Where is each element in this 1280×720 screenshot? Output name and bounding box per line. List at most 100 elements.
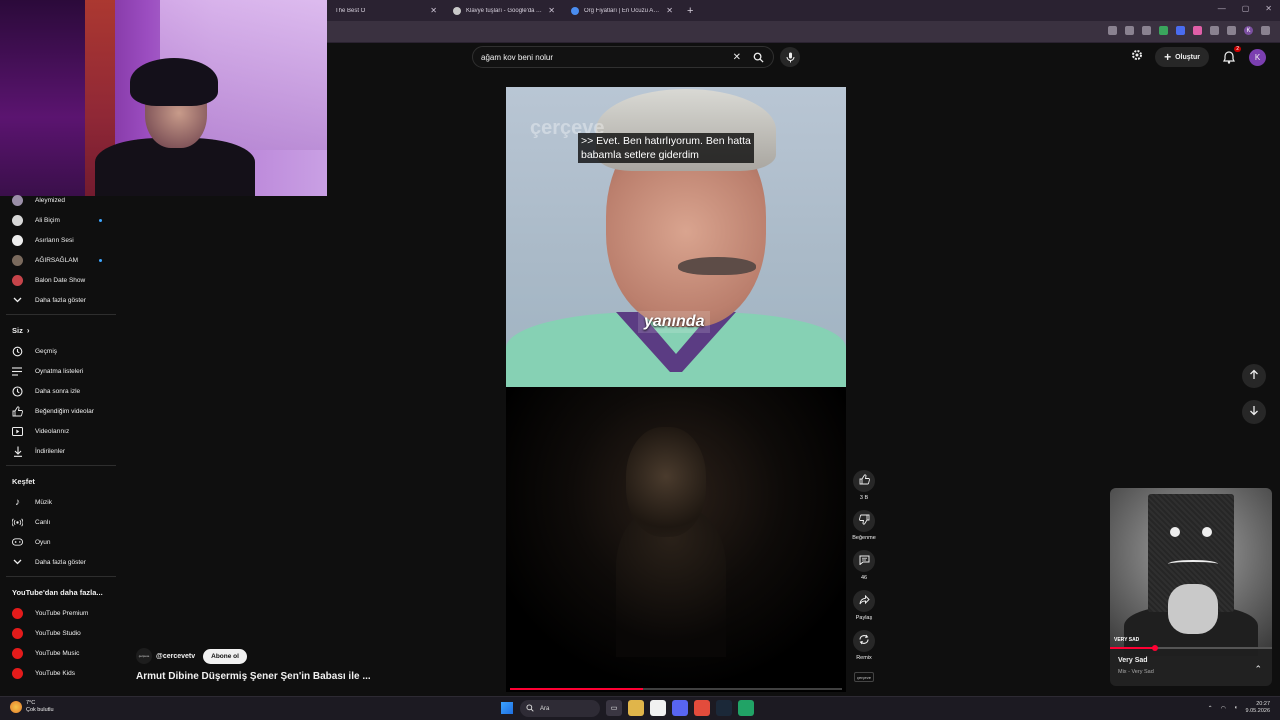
clock[interactable]: 20:27 9.05.2026 [1246,701,1270,715]
sidebar-item-youtube-premium[interactable]: YouTube Premium [0,603,122,623]
taskbar-search[interactable]: Ara [520,700,600,717]
sidebar-sub-ali-bicim[interactable]: Ali Biçim [0,210,122,230]
sidebar-item-gaming[interactable]: Oyun [0,532,122,552]
sidebar-item-label: YouTube Premium [35,609,89,617]
browser-tab-3[interactable]: Org Fiyatları | En Ucuzu Akakçe ✕ [563,0,681,21]
browser-tab-2[interactable]: Klavye tuşları - Google'da Ara ✕ [445,0,563,21]
video-progress-bar[interactable] [510,688,842,690]
channel-handle[interactable]: @cercevetv [156,653,195,660]
steam-icon[interactable] [716,700,732,716]
eye-off-icon[interactable] [1125,26,1134,35]
search-input[interactable] [481,52,733,62]
sidebar-item-downloads[interactable]: İndirilenler [0,441,122,461]
share-action[interactable]: Paylaş [851,590,877,621]
star-icon[interactable] [1142,26,1151,35]
clear-search-icon[interactable]: ✕ [733,52,741,63]
browser-tab-1[interactable]: The Best O ✕ [327,0,445,21]
voice-search-mic-icon[interactable] [780,47,800,67]
create-label: Oluştur [1175,53,1200,61]
comments-action[interactable]: 46 [851,550,877,581]
sidebar-sub-agirsaglam[interactable]: AĞIRSAĞLAM [0,250,122,270]
dislike-action[interactable]: Beğenme [851,510,877,541]
sidebar-item-history[interactable]: Geçmiş [0,341,122,361]
mini-player-progress[interactable] [1110,645,1272,651]
audio-track-thumbnail[interactable]: çerçeve [854,672,874,682]
subscribe-button[interactable]: Abone ol [203,648,247,664]
shorts-player[interactable]: çerçeve >> Evet. Ben hatırlıyorum. Ben h… [506,87,846,692]
tab-close-icon[interactable]: ✕ [548,6,555,15]
gear-plus-icon[interactable] [1131,48,1143,66]
sidebar-item-youtube-music[interactable]: YouTube Music [0,643,122,663]
sidebar-item-liked-videos[interactable]: Beğendiğim videolar [0,401,122,421]
mini-player[interactable]: VERY SAD Very Sad Mix - Very Sad ⌃ [1110,488,1272,686]
audio-track-action[interactable]: çerçeve [851,670,877,682]
task-view-icon[interactable]: ▭ [606,700,622,716]
tab-close-icon[interactable]: ✕ [430,6,437,15]
sidebar-item-youtube-studio[interactable]: YouTube Studio [0,623,122,643]
sidebar-icon[interactable] [1227,26,1236,35]
remix-action[interactable]: Remix [851,630,877,661]
extension-blue-icon[interactable] [1176,26,1185,35]
minimize-icon[interactable]: — [1218,4,1226,13]
burned-in-subtitle: yanında [638,311,711,333]
wifi-icon[interactable]: ◠ [1221,705,1226,712]
sidebar: Aleymized Ali Biçim Asırların Sesi AĞIRS… [0,190,122,690]
volume-icon[interactable]: ◖ [1234,705,1238,711]
expand-chevron-up-icon[interactable]: ⌃ [1254,664,1262,675]
search-icon[interactable] [751,50,765,64]
extension-pink-icon[interactable] [1193,26,1202,35]
sidebar-item-live[interactable]: Canlı [0,512,122,532]
sidebar-item-label: Daha fazla göster [35,296,86,304]
sidebar-item-label: Aleymized [35,196,65,204]
chrome-icon[interactable] [694,700,710,716]
sidebar-item-music[interactable]: ♪ Müzik [0,492,122,512]
cast-icon[interactable] [1108,26,1117,35]
sidebar-sub-asirlarin-sesi[interactable]: Asırların Sesi [0,230,122,250]
sidebar-item-youtube-kids[interactable]: YouTube Kids [0,663,122,683]
share-button[interactable] [853,590,875,612]
close-window-icon[interactable]: ✕ [1265,4,1272,13]
windows-start-icon[interactable] [501,702,513,714]
sidebar-sub-balon-date-show[interactable]: Balon Date Show [0,270,122,290]
artwork-mouth [1168,560,1218,568]
sidebar-item-your-videos[interactable]: Videolarınız [0,421,122,441]
create-button[interactable]: + Oluştur [1155,47,1209,67]
app-green-icon[interactable] [738,700,754,716]
store-icon[interactable] [650,700,666,716]
puzzle-icon[interactable] [1210,26,1219,35]
user-avatar[interactable]: K [1249,48,1266,66]
sidebar-show-more-subs[interactable]: Daha fazla göster [0,290,122,310]
short-title[interactable]: Armut Dibine Düşermiş Şener Şen'in Babas… [136,671,371,682]
extension-green-icon[interactable] [1159,26,1168,35]
search-bar[interactable]: ✕ [472,46,774,68]
like-action[interactable]: 3 B [851,470,877,501]
remix-button[interactable] [853,630,875,652]
sidebar-section-you[interactable]: Siz › [0,319,122,341]
menu-dots-icon[interactable] [1261,26,1270,35]
previous-short-button[interactable] [1242,364,1266,388]
sidebar-item-label: AĞIRSAĞLAM [35,256,78,264]
new-tab-button[interactable]: + [681,5,699,17]
sidebar-sub-aleymized[interactable]: Aleymized [0,190,122,210]
notifications-bell-icon[interactable]: 2 [1221,46,1241,65]
maximize-icon[interactable]: ▢ [1242,4,1250,13]
profile-avatar[interactable]: K [1244,26,1253,35]
history-icon [12,346,23,357]
dislike-button[interactable] [853,510,875,532]
sidebar-item-label: YouTube Studio [35,629,81,637]
closed-caption: >> Evet. Ben hatırlıyorum. Ben hatta bab… [578,133,754,163]
like-button[interactable] [853,470,875,492]
channel-avatar[interactable]: çerçeve [136,648,152,664]
sidebar-item-watch-later[interactable]: Daha sonra izle [0,381,122,401]
tray-chevron-up-icon[interactable]: ⌃ [1208,705,1213,712]
weather-widget[interactable]: 7°C Çok bulutlu [10,700,54,714]
file-explorer-icon[interactable] [628,700,644,716]
artwork-eye-left [1170,527,1180,537]
youtube-studio-icon [12,627,23,639]
sidebar-item-playlists[interactable]: Oynatma listeleri [0,361,122,381]
comments-button[interactable] [853,550,875,572]
tab-close-icon[interactable]: ✕ [666,6,673,15]
discord-icon[interactable] [672,700,688,716]
sidebar-show-more-explore[interactable]: Daha fazla göster [0,552,122,572]
next-short-button[interactable] [1242,400,1266,424]
